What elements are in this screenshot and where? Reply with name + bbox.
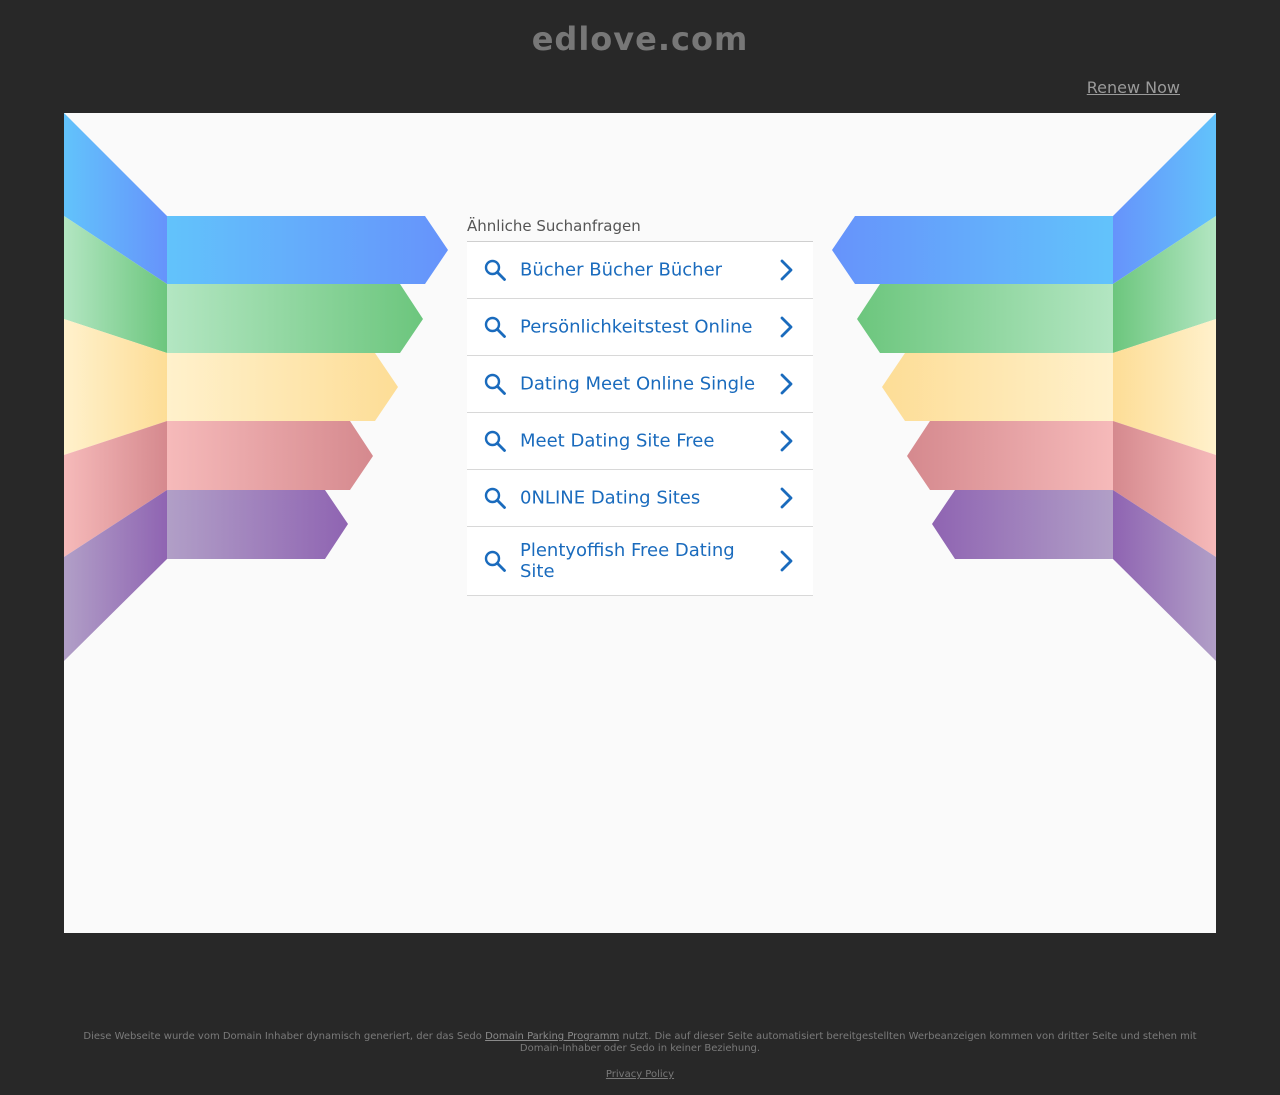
chevron-right-icon (780, 373, 793, 395)
search-item-label: Bücher Bücher Bücher (520, 259, 723, 281)
search-item-label: Dating Meet Online Single (520, 373, 756, 395)
search-icon (484, 316, 506, 338)
related-searches-list: Bücher Bücher Bücher Persönlichkeitstest… (467, 241, 813, 596)
search-item[interactable]: Plentyoffish Free Dating Site (467, 527, 813, 596)
header: edlove.com Renew Now (0, 0, 1280, 113)
search-icon (484, 550, 506, 572)
left-wing (64, 113, 448, 661)
chevron-right-icon (780, 316, 793, 338)
right-wing (832, 113, 1216, 661)
search-icon (484, 487, 506, 509)
chevron-right-icon (780, 550, 793, 572)
search-icon (484, 373, 506, 395)
renew-now-link[interactable]: Renew Now (1087, 78, 1180, 98)
search-item[interactable]: Persönlichkeitstest Online (467, 299, 813, 356)
chevron-right-icon (780, 259, 793, 281)
related-searches-heading: Ähnliche Suchanfragen (467, 217, 641, 235)
footer: Diese Webseite wurde vom Domain Inhaber … (0, 1031, 1280, 1081)
footer-text-before: Diese Webseite wurde vom Domain Inhaber … (83, 1031, 486, 1042)
search-item[interactable]: Bücher Bücher Bücher (467, 242, 813, 299)
domain-title: edlove.com (531, 20, 749, 58)
search-item-label: Persönlichkeitstest Online (520, 316, 753, 338)
chevron-right-icon (780, 430, 793, 452)
search-item-label: 0NLINE Dating Sites (520, 487, 701, 509)
chevron-right-icon (780, 487, 793, 509)
search-item[interactable]: Meet Dating Site Free (467, 413, 813, 470)
privacy-policy-link[interactable]: Privacy Policy (606, 1069, 674, 1081)
search-icon (484, 259, 506, 281)
related-searches: Ähnliche Suchanfragen Bücher Bücher Büch… (467, 216, 813, 596)
search-item[interactable]: 0NLINE Dating Sites (467, 470, 813, 527)
main-panel: Ähnliche Suchanfragen Bücher Bücher Büch… (64, 113, 1216, 933)
search-item[interactable]: Dating Meet Online Single (467, 356, 813, 413)
search-item-label: Plentyoffish Free Dating Site (520, 540, 735, 582)
footer-text-after: nutzt. Die auf dieser Seite automatisier… (519, 1031, 1197, 1054)
search-icon (484, 430, 506, 452)
domain-parking-link[interactable]: Domain Parking Programm (485, 1031, 619, 1042)
footer-disclaimer: Diese Webseite wurde vom Domain Inhaber … (80, 1031, 1200, 1055)
search-item-label: Meet Dating Site Free (520, 430, 715, 452)
